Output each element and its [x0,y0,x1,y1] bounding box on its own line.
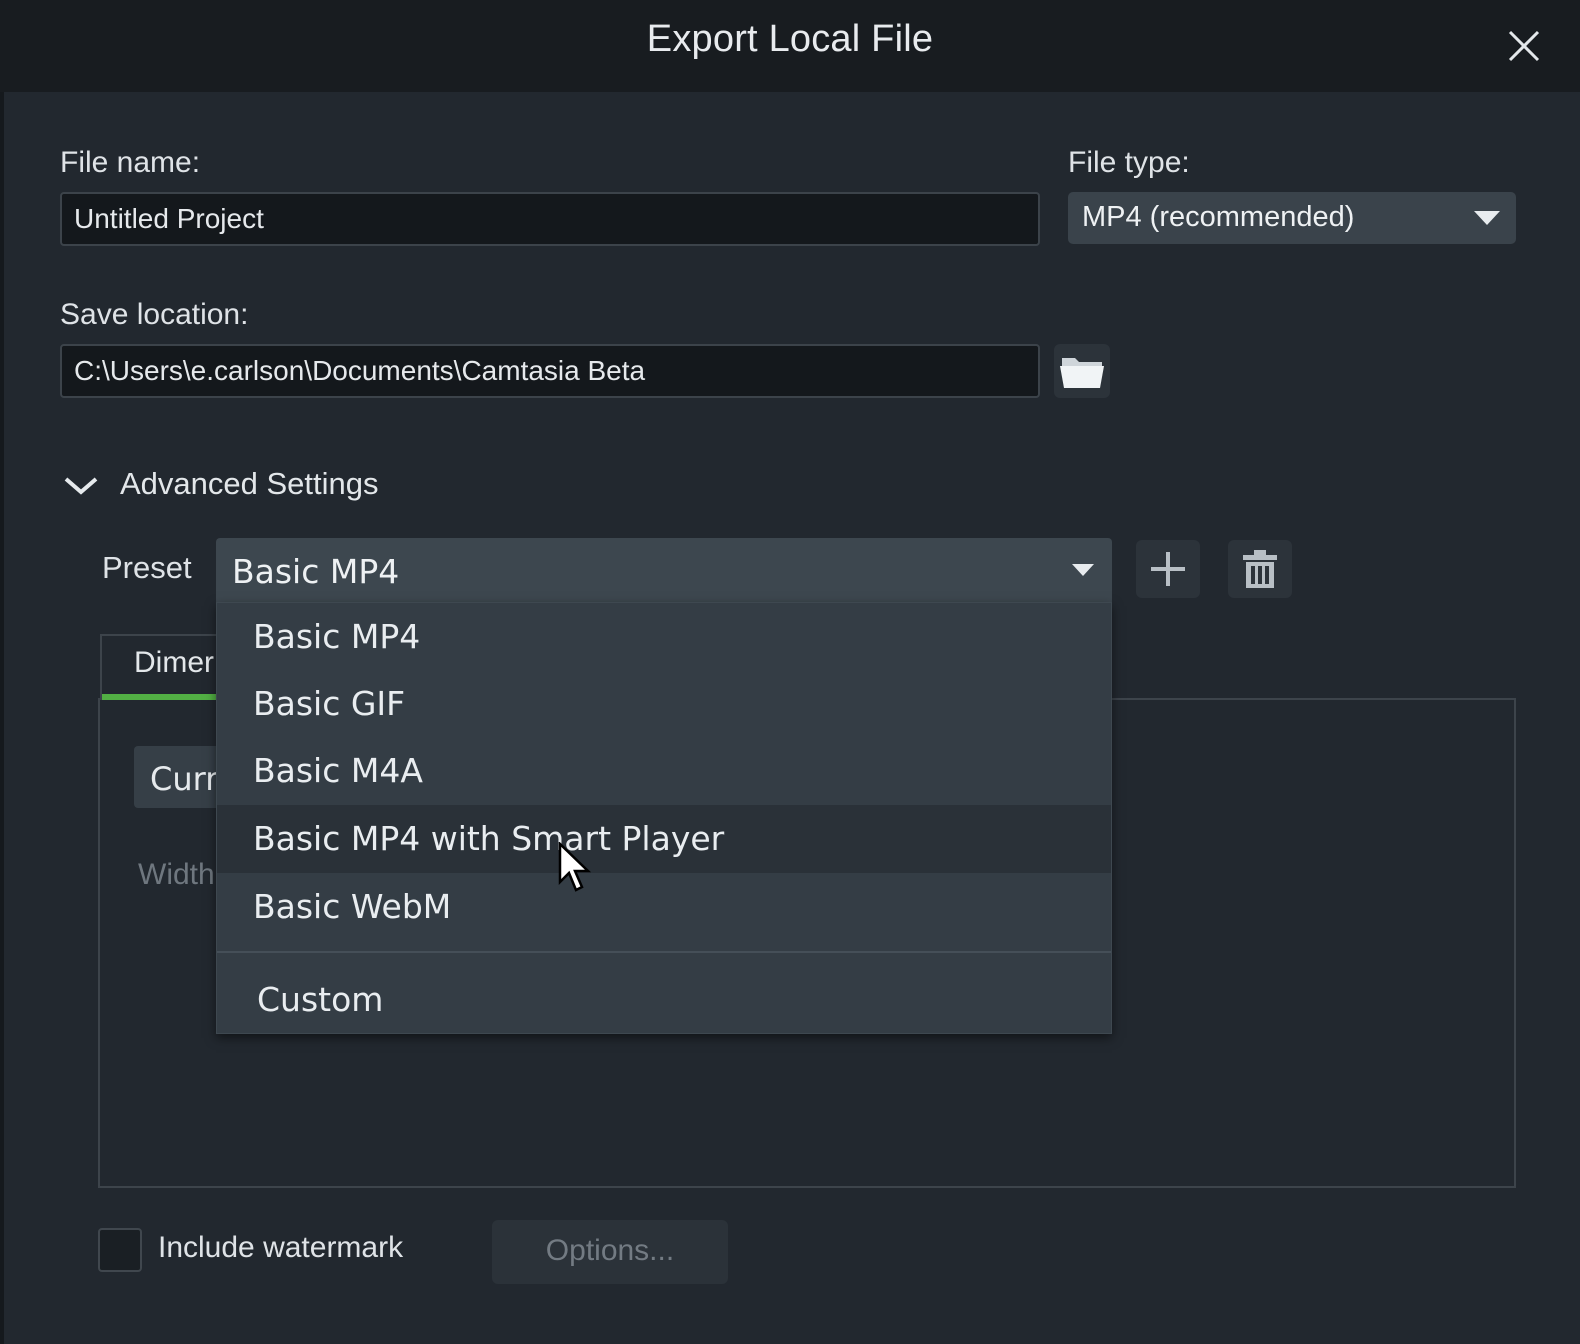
preset-option[interactable]: Basic MP4 [217,603,1111,671]
dimension-preset-value: Curr [150,760,219,798]
preset-option[interactable]: Basic M4A [217,737,1111,805]
preset-option-hovered[interactable]: Basic MP4 with Smart Player [217,805,1111,873]
plus-icon [1151,552,1185,586]
include-watermark-label: Include watermark [158,1231,404,1264]
file-type-select[interactable]: MP4 (recommended) [1068,192,1516,244]
add-preset-button[interactable] [1136,540,1200,598]
chevron-down-icon [64,477,98,495]
chevron-down-icon [1072,564,1094,576]
width-label: Width [138,858,215,891]
save-location-label: Save location: [60,298,249,331]
file-type-label: File type: [1068,146,1190,179]
include-watermark-checkbox[interactable] [98,1228,142,1272]
close-icon[interactable] [1504,26,1544,66]
trash-icon [1243,550,1277,588]
folder-icon [1060,358,1104,388]
file-name-label: File name: [60,146,201,179]
preset-value: Basic MP4 [232,552,400,591]
dialog-title: Export Local File [646,18,934,60]
file-name-input[interactable]: Untitled Project [60,192,1040,246]
window-edge [0,0,4,1344]
chevron-down-icon [1474,211,1500,225]
file-type-value: MP4 (recommended) [1082,201,1355,233]
mouse-cursor-icon [558,842,592,892]
preset-dropdown-menu: Basic MP4 Basic GIF Basic M4A Basic MP4 … [216,602,1112,1034]
advanced-settings-label: Advanced Settings [120,466,379,501]
preset-select[interactable]: Basic MP4 [216,538,1112,604]
preset-label: Preset [102,550,192,585]
save-location-input[interactable]: C:\Users\e.carlson\Documents\Camtasia Be… [60,344,1040,398]
options-button[interactable]: Options... [492,1220,728,1284]
browse-folder-button[interactable] [1054,344,1110,398]
tab-dimensions-label: Dimer [134,646,214,679]
preset-option[interactable]: Basic WebM [217,873,1111,941]
preset-option[interactable]: Custom [217,969,1111,1035]
advanced-settings-toggle[interactable]: Advanced Settings [60,462,420,506]
delete-preset-button[interactable] [1228,540,1292,598]
title-bar: Export Local File [0,0,1580,92]
preset-option[interactable]: Basic GIF [217,671,1111,737]
menu-divider [217,951,1111,953]
